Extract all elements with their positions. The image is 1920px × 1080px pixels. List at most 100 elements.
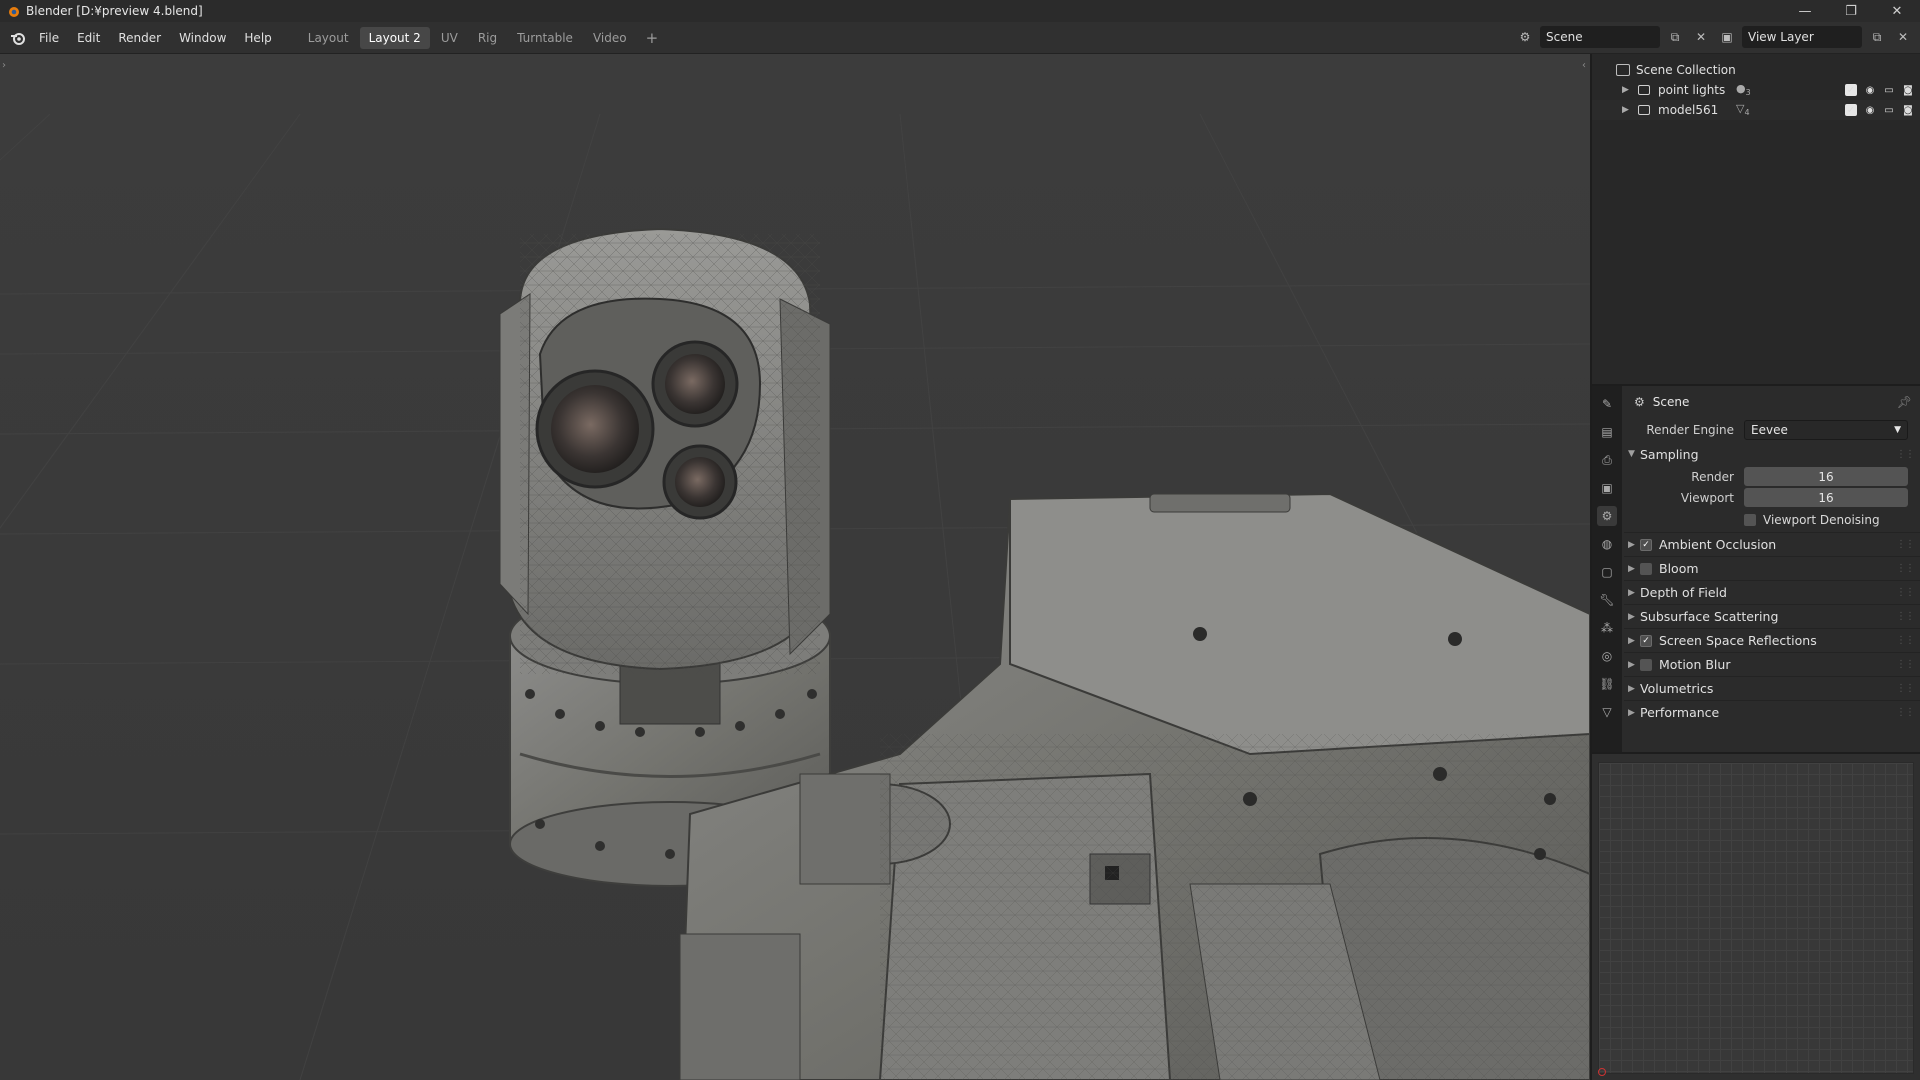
tool-tab-icon[interactable]: ✎ [1597, 394, 1617, 414]
drag-handle-icon[interactable]: ⋮⋮ [1896, 683, 1915, 694]
menu-render[interactable]: Render [109, 27, 170, 49]
constraints-tab-icon[interactable]: ⛓︎ [1597, 674, 1617, 694]
menu-file[interactable]: File [30, 27, 68, 49]
drag-handle-icon[interactable]: ⋮⋮ [1896, 611, 1915, 622]
drag-handle-icon[interactable]: ⋮⋮ [1896, 635, 1915, 646]
sidebar-toggle-icon[interactable]: ‹ [1582, 60, 1586, 71]
monitor-icon[interactable]: ▭ [1883, 104, 1895, 116]
outliner-item-point-lights[interactable]: ▶ point lights ●3 ✓ ◉ ▭ ◙ [1592, 80, 1920, 100]
render-engine-dropdown[interactable]: Eevee ▼ [1744, 420, 1908, 440]
blender-menu-icon[interactable] [6, 26, 30, 50]
world-tab-icon[interactable]: ◍ [1597, 534, 1617, 554]
bloom-checkbox[interactable] [1640, 562, 1652, 575]
image-editor[interactable] [1592, 754, 1920, 1080]
exclude-checkbox[interactable]: ✓ [1845, 104, 1857, 116]
drag-handle-icon[interactable]: ⋮⋮ [1896, 659, 1915, 670]
scene-name-field[interactable]: Scene [1540, 26, 1660, 48]
blender-logo-icon [9, 7, 19, 17]
chevron-down-icon: ▼ [1894, 425, 1901, 435]
output-tab-icon[interactable]: ⎙ [1597, 450, 1617, 470]
new-scene-icon[interactable]: ⧉ [1664, 26, 1686, 48]
tab-layout-2[interactable]: Layout 2 [359, 26, 430, 49]
sampling-panel-header[interactable]: ▼ Sampling ⋮⋮ [1624, 442, 1920, 466]
expand-arrow-icon: ▶ [1628, 563, 1635, 574]
tab-rig[interactable]: Rig [469, 27, 506, 49]
drag-handle-icon[interactable]: ⋮⋮ [1896, 707, 1915, 718]
sampling-render-field[interactable]: 16 [1744, 467, 1908, 486]
menu-help[interactable]: Help [235, 27, 280, 49]
collapse-arrow-icon: ▼ [1628, 449, 1635, 459]
render-tab-icon[interactable]: ▤ [1597, 422, 1617, 442]
image-editor-grid[interactable] [1598, 762, 1914, 1074]
panel-label: Performance [1640, 705, 1720, 720]
view-layer-selector-icon[interactable]: ▣ [1716, 26, 1738, 48]
sampling-viewport-row: Viewport 16 [1624, 487, 1920, 508]
screen-space-reflections-panel[interactable]: ▶ ✓ Screen Space Reflections ⋮⋮ [1624, 628, 1920, 652]
light-count-badge: 3 [1745, 88, 1751, 98]
eye-icon[interactable]: ◉ [1864, 84, 1876, 96]
eye-icon[interactable]: ◉ [1864, 104, 1876, 116]
ambient-occlusion-checkbox[interactable]: ✓ [1640, 538, 1652, 551]
scene-collection-row[interactable]: Scene Collection [1592, 60, 1920, 80]
physics-tab-icon[interactable]: ◎ [1597, 646, 1617, 666]
right-panels: Scene Collection ▶ point lights ●3 ✓ ◉ ▭… [1592, 54, 1920, 1080]
screen-space-reflections-checkbox[interactable]: ✓ [1640, 634, 1652, 647]
tab-uv[interactable]: UV [432, 27, 467, 49]
maximize-button[interactable]: ❐ [1828, 0, 1874, 22]
view-layer-text: View Layer [1748, 30, 1814, 44]
object-tab-icon[interactable]: ▢ [1597, 562, 1617, 582]
motion-blur-panel[interactable]: ▶ Motion Blur ⋮⋮ [1624, 652, 1920, 676]
viewport-denoising-label: Viewport Denoising [1763, 513, 1880, 527]
viewport-denoising-row: Viewport Denoising [1624, 508, 1920, 532]
monitor-icon[interactable]: ▭ [1883, 84, 1895, 96]
menu-window[interactable]: Window [170, 27, 235, 49]
3d-viewport[interactable]: › ‹ [0, 54, 1590, 1080]
viewport-scene [0, 54, 1590, 1080]
render-engine-value: Eevee [1751, 423, 1788, 437]
exclude-checkbox[interactable]: ✓ [1845, 84, 1857, 96]
menu-edit[interactable]: Edit [68, 27, 109, 49]
scene-tab-icon[interactable]: ⚙ [1597, 506, 1617, 526]
performance-panel[interactable]: ▶ Performance ⋮⋮ [1624, 700, 1920, 724]
particles-tab-icon[interactable]: ⁂ [1597, 618, 1617, 638]
drag-handle-icon[interactable]: ⋮⋮ [1896, 449, 1915, 460]
expand-arrow-icon: ▶ [1628, 659, 1635, 670]
camera-icon[interactable]: ◙ [1902, 84, 1914, 96]
minimize-button[interactable]: — [1782, 0, 1828, 22]
motion-blur-checkbox[interactable] [1640, 658, 1652, 671]
volumetrics-panel[interactable]: ▶ Volumetrics ⋮⋮ [1624, 676, 1920, 700]
delete-scene-icon[interactable]: ✕ [1690, 26, 1712, 48]
expand-arrow-icon[interactable]: ▶ [1622, 105, 1638, 115]
view-layer-tab-icon[interactable]: ▣ [1597, 478, 1617, 498]
delete-view-layer-icon[interactable]: ✕ [1892, 26, 1914, 48]
drag-handle-icon[interactable]: ⋮⋮ [1896, 587, 1915, 598]
pin-icon[interactable]: 📌︎ [1897, 395, 1912, 409]
depth-of-field-panel[interactable]: ▶ Depth of Field ⋮⋮ [1624, 580, 1920, 604]
ambient-occlusion-panel[interactable]: ▶ ✓ Ambient Occlusion ⋮⋮ [1624, 532, 1920, 556]
subsurface-scattering-panel[interactable]: ▶ Subsurface Scattering ⋮⋮ [1624, 604, 1920, 628]
bloom-panel[interactable]: ▶ Bloom ⋮⋮ [1624, 556, 1920, 580]
drag-handle-icon[interactable]: ⋮⋮ [1896, 563, 1915, 574]
sampling-render-row: Render 16 [1624, 466, 1920, 487]
tab-layout[interactable]: Layout [299, 27, 358, 49]
toolbar-toggle-icon[interactable]: › [2, 60, 6, 71]
camera-icon[interactable]: ◙ [1902, 104, 1914, 116]
viewport-denoising-checkbox[interactable] [1744, 514, 1756, 526]
outliner-item-model561[interactable]: ▶ model561 ▽4 ✓ ◉ ▭ ◙ [1592, 100, 1920, 120]
data-tab-icon[interactable]: ▽ [1597, 702, 1617, 722]
expand-arrow-icon[interactable]: ▶ [1622, 85, 1638, 95]
modifier-tab-icon[interactable]: 🔧︎ [1597, 590, 1617, 610]
drag-handle-icon[interactable]: ⋮⋮ [1896, 539, 1915, 550]
close-button[interactable]: ✕ [1874, 0, 1920, 22]
tab-turntable[interactable]: Turntable [508, 27, 582, 49]
sampling-viewport-field[interactable]: 16 [1744, 488, 1908, 507]
view-layer-field[interactable]: View Layer [1742, 26, 1862, 48]
properties-header: ⚙ Scene 📌︎ [1624, 386, 1920, 418]
tab-video[interactable]: Video [584, 27, 636, 49]
new-view-layer-icon[interactable]: ⧉ [1866, 26, 1888, 48]
expand-arrow-icon: ▶ [1628, 635, 1635, 646]
add-workspace-button[interactable]: + [638, 27, 667, 49]
scene-name-text: Scene [1546, 30, 1583, 44]
properties-tabs: ✎ ▤ ⎙ ▣ ⚙ ◍ ▢ 🔧︎ ⁂ ◎ ⛓︎ ▽ [1592, 386, 1622, 752]
scene-selector-icon[interactable]: ⚙ [1514, 26, 1536, 48]
